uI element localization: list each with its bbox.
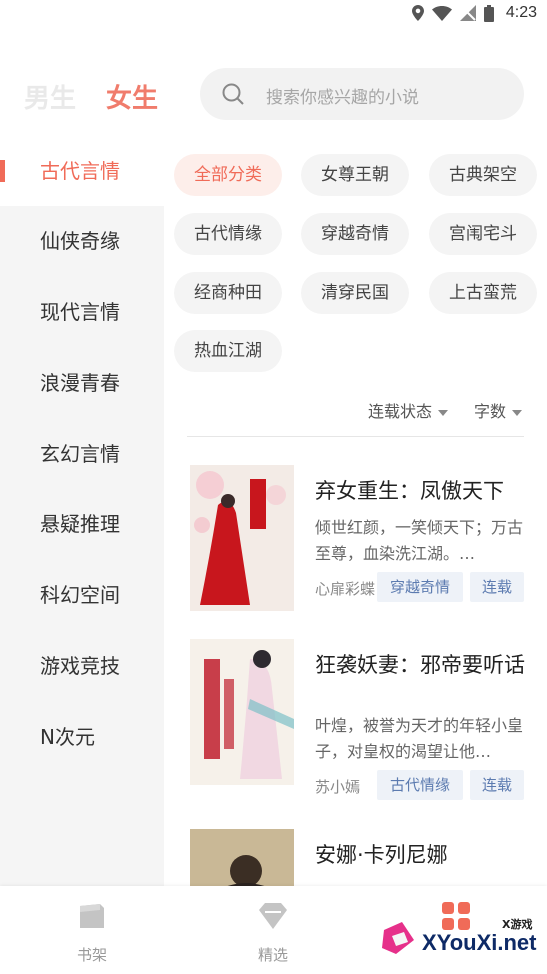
book-title: 弃女重生：凤傲天下 bbox=[315, 479, 504, 503]
sidebar-item-label: 仙侠奇缘 bbox=[40, 229, 120, 253]
watermark-text: XYouXi.net bbox=[422, 930, 537, 955]
filter-words-label: 字数 bbox=[474, 402, 507, 421]
book-author: 苏小嫣 bbox=[315, 778, 361, 796]
nav-label-bookshelf: 书架 bbox=[76, 946, 107, 964]
category-sidebar: 古代言情 仙侠奇缘 现代言情 浪漫青春 玄幻言情 悬疑推理 科幻空间 游戏竞技 … bbox=[0, 136, 164, 886]
status-bar: 4:23 bbox=[0, 0, 547, 30]
book-status-chip: 连载 bbox=[470, 572, 524, 602]
book-description: 叶煌，被誉为天才的年轻小皇子，对皇权的渴望让他… bbox=[315, 716, 524, 761]
tag-jianghu[interactable]: 热血江湖 bbox=[174, 330, 282, 372]
wifi-icon bbox=[431, 5, 452, 21]
sidebar-item-label: 玄幻言情 bbox=[40, 442, 120, 466]
sidebar-item-scifi[interactable]: 科幻空间 bbox=[0, 560, 164, 630]
no-signal-icon bbox=[459, 5, 476, 21]
book-title: 狂袭妖妻：邪帝要听话 bbox=[315, 653, 525, 677]
bookshelf-icon bbox=[80, 904, 104, 928]
book-item[interactable]: 安娜·卡列尼娜 bbox=[190, 829, 530, 886]
search-icon bbox=[222, 83, 244, 105]
chevron-down-icon bbox=[512, 409, 523, 416]
filter-words-dropdown[interactable]: 字数 bbox=[474, 398, 523, 422]
search-placeholder: 搜索你感兴趣的小说 bbox=[266, 88, 419, 108]
sidebar-item-label: 悬疑推理 bbox=[40, 512, 120, 536]
tag-palace[interactable]: 宫闱宅斗 bbox=[429, 213, 537, 255]
book-category-chip: 穿越奇情 bbox=[377, 572, 463, 602]
sidebar-item-label: 科幻空间 bbox=[40, 583, 120, 607]
sidebar-item-ancient-romance[interactable]: 古代言情 bbox=[0, 136, 164, 206]
location-icon bbox=[411, 5, 424, 21]
nav-tab-bookshelf[interactable]: 书架 bbox=[52, 900, 132, 965]
status-time: 4:23 bbox=[505, 4, 537, 21]
tag-all[interactable]: 全部分类 bbox=[174, 154, 282, 196]
filter-status-dropdown[interactable]: 连载状态 bbox=[368, 398, 449, 422]
tag-time-travel[interactable]: 穿越奇情 bbox=[301, 213, 409, 255]
book-status-chip: 连载 bbox=[470, 770, 524, 800]
book-author: 心扉彩蝶 bbox=[315, 580, 376, 598]
sidebar-item-label: 古代言情 bbox=[40, 159, 120, 183]
filter-bar: 连载状态 字数 bbox=[0, 398, 547, 424]
header: 男生 女生 搜索你感兴趣的小说 bbox=[0, 66, 547, 122]
divider bbox=[187, 436, 524, 437]
tag-classical[interactable]: 古典架空 bbox=[429, 154, 537, 196]
active-indicator bbox=[0, 160, 5, 182]
tag-ancient-wild[interactable]: 上古蛮荒 bbox=[429, 272, 537, 314]
nav-tab-featured[interactable]: 精选 bbox=[233, 900, 313, 965]
sidebar-item-modern-romance[interactable]: 现代言情 bbox=[0, 277, 164, 347]
book-cover-art bbox=[190, 829, 294, 886]
book-cover-art bbox=[190, 639, 294, 785]
book-cover-art bbox=[190, 465, 294, 611]
chevron-down-icon bbox=[438, 409, 449, 416]
search-bar[interactable]: 搜索你感兴趣的小说 bbox=[200, 68, 524, 120]
sidebar-item-label: 现代言情 bbox=[40, 300, 120, 324]
gender-tab-male[interactable]: 男生 bbox=[24, 78, 76, 115]
book-cover bbox=[190, 639, 294, 785]
book-item[interactable]: 狂袭妖妻：邪帝要听话 叶煌，被誉为天才的年轻小皇子，对皇权的渴望让他… 苏小嫣 … bbox=[190, 639, 530, 800]
sidebar-item-fantasy-romance[interactable]: 玄幻言情 bbox=[0, 419, 164, 489]
sidebar-item-label: 浪漫青春 bbox=[40, 371, 120, 395]
battery-icon bbox=[483, 4, 494, 22]
tag-ancient-love[interactable]: 古代情缘 bbox=[174, 213, 282, 255]
book-cover bbox=[190, 829, 294, 886]
filter-status-label: 连载状态 bbox=[368, 402, 433, 421]
book-title: 安娜·卡列尼娜 bbox=[315, 843, 448, 867]
tag-farming[interactable]: 经商种田 bbox=[174, 272, 282, 314]
book-description: 倾世红颜，一笑倾天下；万古至尊，血染洗江湖。… bbox=[315, 518, 524, 563]
gender-tab-female[interactable]: 女生 bbox=[106, 78, 158, 115]
status-icons: 4:23 bbox=[411, 4, 537, 22]
sidebar-item-label: N次元 bbox=[40, 725, 95, 749]
sidebar-item-n-dimension[interactable]: N次元 bbox=[0, 702, 164, 772]
sidebar-item-mystery[interactable]: 悬疑推理 bbox=[0, 489, 164, 559]
book-category-chip: 古代情缘 bbox=[377, 770, 463, 800]
watermark-logo bbox=[382, 922, 414, 954]
sidebar-item-gaming[interactable]: 游戏竞技 bbox=[0, 631, 164, 701]
sidebar-item-label: 游戏竞技 bbox=[40, 654, 120, 678]
book-item[interactable]: 弃女重生：凤傲天下 倾世红颜，一笑倾天下；万古至尊，血染洗江湖。… 心扉彩蝶 穿… bbox=[190, 465, 530, 611]
book-cover bbox=[190, 465, 294, 611]
tag-female-dynasty[interactable]: 女尊王朝 bbox=[301, 154, 409, 196]
diamond-icon bbox=[259, 903, 287, 929]
tag-qing-republic[interactable]: 清穿民国 bbox=[301, 272, 409, 314]
watermark: X游戏 XYouXi.net bbox=[378, 912, 543, 968]
nav-label-featured: 精选 bbox=[257, 946, 288, 964]
sidebar-item-xianxia[interactable]: 仙侠奇缘 bbox=[0, 206, 164, 276]
